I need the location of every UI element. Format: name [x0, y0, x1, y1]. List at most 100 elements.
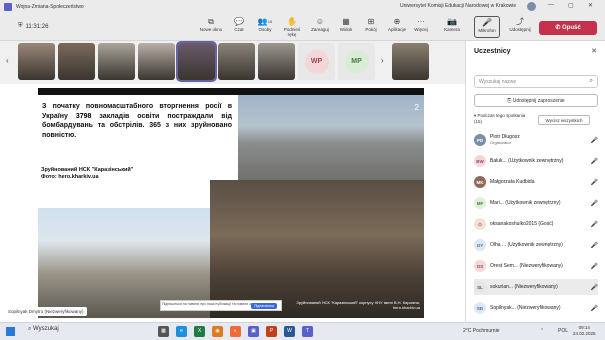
section-header[interactable]: ▾ Podczas tego spotkania (15): [474, 113, 525, 125]
taskbar-search[interactable]: ⌕ Wyszukaj: [28, 326, 59, 333]
microphone-muted-icon: 🎤: [590, 137, 598, 144]
apps-button[interactable]: ⊕ Aplikacje: [384, 16, 410, 32]
participant-name: Małgorzata Kudbida: [490, 179, 535, 185]
participant-row[interactable]: OY Olha ... (Użytkownik zewnętrzny) 🎤: [474, 237, 598, 253]
participant-row[interactable]: SD Sopilnyak... (Niezweryfikowany) 🎤: [474, 300, 598, 316]
close-icon[interactable]: ✕: [591, 47, 597, 55]
chevron-right-icon[interactable]: ›: [381, 56, 384, 65]
microphone-muted-icon: 🎤: [590, 284, 598, 291]
avatar: MK: [474, 176, 486, 188]
taskbar-app-icon[interactable]: W: [284, 326, 295, 337]
taskbar-app-icon[interactable]: ◐: [230, 326, 241, 337]
slide-text: З початку повномасштабного вторгнення ро…: [42, 103, 232, 139]
participant-name: Piotr Długosz Organizator: [490, 134, 588, 146]
rooms-button[interactable]: ⊞ Pokój: [358, 16, 384, 32]
avatar: OY: [474, 239, 486, 251]
phone-icon: ✆: [555, 25, 563, 31]
microphone-button[interactable]: 🎤 Mikrofon: [474, 16, 500, 38]
share-icon: ⤴: [516, 17, 524, 26]
participant-video-tile[interactable]: [176, 41, 217, 82]
microphone-muted-icon: 🎤: [590, 263, 598, 270]
participant-name: Baluk... (Użytkownik zewnętrzny): [490, 158, 564, 164]
windows-start-icon[interactable]: [6, 327, 15, 336]
participant-row[interactable]: OS Orest Sem... (Niezweryfikowany) 🎤: [474, 258, 598, 274]
more-button[interactable]: ··· Więcej: [408, 16, 434, 32]
participant-video-tile[interactable]: [18, 43, 55, 80]
weather-widget[interactable]: 2°C Pochmurnie: [463, 328, 499, 334]
title-bar: Wojna-Zmiana-Społeczeństwo Uniwersytet K…: [0, 0, 605, 13]
people-count: 15: [267, 19, 273, 24]
chat-button[interactable]: 💬 Czat: [226, 16, 252, 32]
participant-video-tile[interactable]: [98, 43, 135, 80]
subscribe-banner: Підпишіться на новини про наші публікаці…: [160, 300, 282, 311]
video-gallery: ‹ WP MP ›: [0, 41, 465, 84]
minimize-button[interactable]: —: [548, 2, 554, 8]
rooms-icon: ⊞: [367, 17, 375, 26]
taskbar-app-icon[interactable]: ◉: [212, 326, 223, 337]
account-avatar[interactable]: [527, 2, 536, 11]
participant-name: oksanakoshulko2015 (Gość): [490, 221, 554, 227]
participant-row[interactable]: MF Mari... (Użytkownik zewnętrzny) 🎤: [474, 195, 598, 211]
mute-all-button[interactable]: Wycisz wszystkich: [538, 115, 590, 125]
avatar: PD: [474, 134, 486, 146]
slide-top-bar: [38, 88, 424, 95]
people-icon: 👥15: [257, 17, 273, 26]
taskbar-app-icon[interactable]: e: [176, 326, 187, 337]
participant-video-tile[interactable]: [392, 43, 429, 80]
participant-row[interactable]: BW Baluk... (Użytkownik zewnętrzny) 🎤: [474, 153, 598, 169]
language-indicator[interactable]: POL: [558, 328, 568, 334]
new-window-icon: ⧉: [208, 17, 214, 26]
microphone-muted-icon: 🎤: [590, 242, 598, 249]
taskbar-app-icon[interactable]: X: [194, 326, 205, 337]
participant-row[interactable]: SL sokurian... (Niezweryfikowany) 🎤: [474, 279, 598, 295]
participant-video-tile[interactable]: WP: [298, 43, 335, 80]
camera-button[interactable]: 📷 Kamera: [439, 16, 465, 32]
raise-hand-button[interactable]: ✋ Podnieś rękę: [279, 16, 305, 37]
close-window-button[interactable]: ✕: [588, 2, 593, 9]
leave-button[interactable]: ✆ Opuść: [539, 21, 597, 35]
avatar: MP: [344, 49, 369, 74]
microphone-muted-icon: 🎤: [590, 221, 598, 228]
participant-video-tile[interactable]: [218, 43, 255, 80]
participant-video-tile[interactable]: MP: [338, 43, 375, 80]
avatar: OS: [474, 260, 486, 272]
participant-row[interactable]: PD Piotr Długosz Organizator 🎤: [474, 132, 598, 148]
slide-page-number: 2: [414, 103, 419, 112]
view-button[interactable]: ▦ Widok: [333, 16, 359, 32]
avatar: SD: [474, 302, 486, 314]
participant-search-input[interactable]: Wyszukaj nazwę ⌕: [474, 75, 598, 88]
avatar: O: [474, 218, 486, 230]
building-photo-ruins: Зруйнований НСК "Каразінський" корпусу Х…: [210, 180, 424, 318]
taskbar-app-icon[interactable]: ▣: [248, 326, 259, 337]
shared-content-stage: З початку повномасштабного вторгнення ро…: [0, 84, 465, 322]
participant-role: Organizator: [490, 140, 511, 145]
taskbar-app-icon[interactable]: T: [302, 326, 313, 337]
participant-row[interactable]: MK Małgorzata Kudbida 🎤: [474, 174, 598, 190]
windows-taskbar: ⌕ Wyszukaj ▦ e X ◉ ◐ ▣ P W T 2°C Pochmurnie ⌃ PO…: [0, 322, 605, 340]
participant-video-tile[interactable]: [58, 43, 95, 80]
maximize-button[interactable]: ▢: [568, 2, 574, 9]
participant-video-tile[interactable]: [258, 43, 295, 80]
shield-icon: ⛨: [18, 23, 23, 29]
people-button[interactable]: 👥15 Osoby: [252, 16, 278, 32]
share-invite-button[interactable]: ⎘ Udostępnij zaproszenie: [474, 94, 598, 107]
chevron-up-icon[interactable]: ⌃: [540, 328, 544, 334]
avatar: BW: [474, 155, 486, 167]
participant-video-tile[interactable]: [138, 43, 175, 80]
share-button[interactable]: ⤴ Udostępnij: [507, 16, 533, 32]
avatar: WP: [304, 49, 329, 74]
participant-row[interactable]: Ooksanakoshulko2015 (Gość) 🎤: [474, 216, 598, 232]
new-window-button[interactable]: ⧉ Nowe okno: [198, 16, 224, 32]
participant-name: sokurian... (Niezweryfikowany): [490, 284, 558, 290]
react-button[interactable]: ☺ Zareaguj: [307, 16, 333, 32]
chat-icon: 💬: [234, 17, 244, 26]
building-photo-top: 2: [238, 95, 424, 183]
more-icon: ···: [417, 17, 425, 26]
system-clock[interactable]: 09:14 24.02.2025: [573, 325, 596, 337]
photo-caption: Зруйнований НСК "Каразінський" корпусу Х…: [296, 300, 420, 310]
chevron-left-icon[interactable]: ‹: [6, 56, 9, 65]
slide-number-highlight: 3798: [75, 112, 92, 120]
taskbar-app-icon[interactable]: ▦: [158, 326, 169, 337]
participants-panel: Uczestnicy ✕ Wyszukaj nazwę ⌕ ⎘ Udostępn…: [465, 41, 605, 322]
taskbar-app-icon[interactable]: P: [266, 326, 277, 337]
